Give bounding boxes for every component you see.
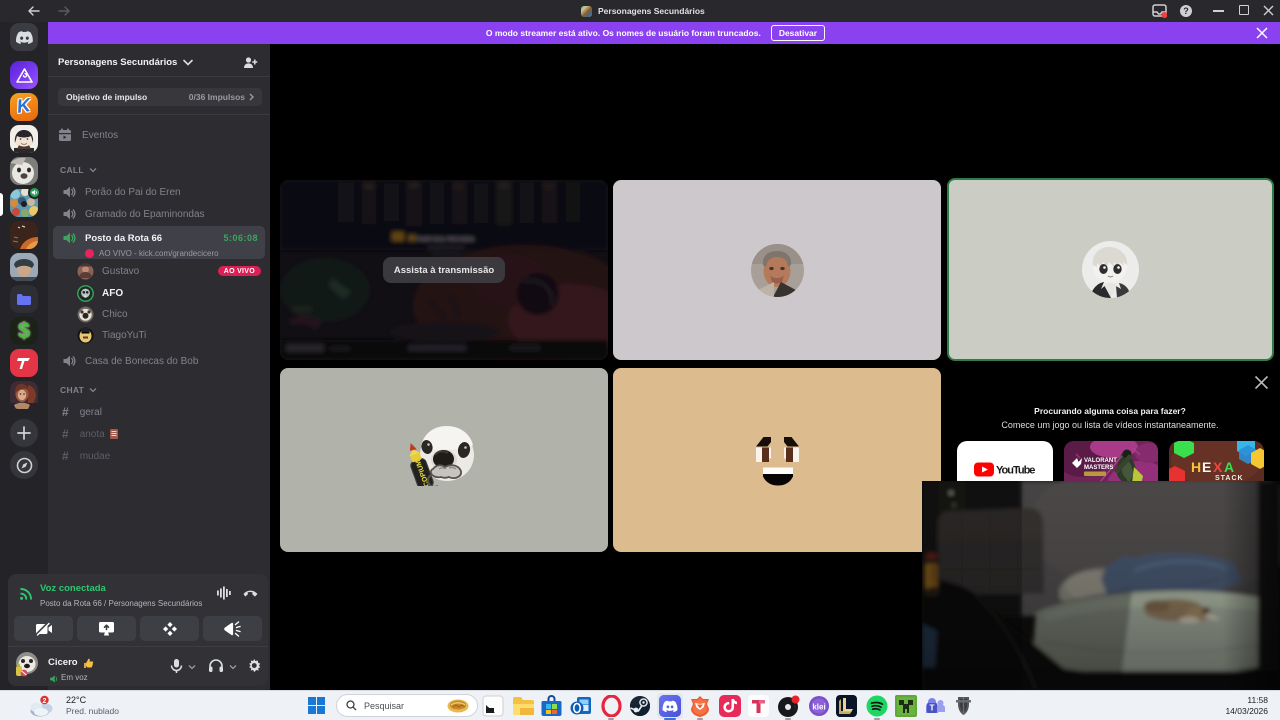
svg-text:MASTERS: MASTERS — [1084, 465, 1113, 471]
svg-text:YouTube: YouTube — [996, 465, 1035, 477]
svg-text:klei: klei — [812, 703, 825, 712]
svg-text:?: ? — [1183, 6, 1189, 16]
svg-text:VALORANT: VALORANT — [1084, 458, 1117, 464]
svg-text:E: E — [1202, 459, 1211, 475]
svg-text:T: T — [929, 703, 935, 713]
svg-text:X: X — [1213, 459, 1223, 475]
svg-text:2: 2 — [43, 698, 47, 705]
svg-text:H: H — [1191, 459, 1201, 475]
svg-text:A: A — [1224, 459, 1234, 475]
